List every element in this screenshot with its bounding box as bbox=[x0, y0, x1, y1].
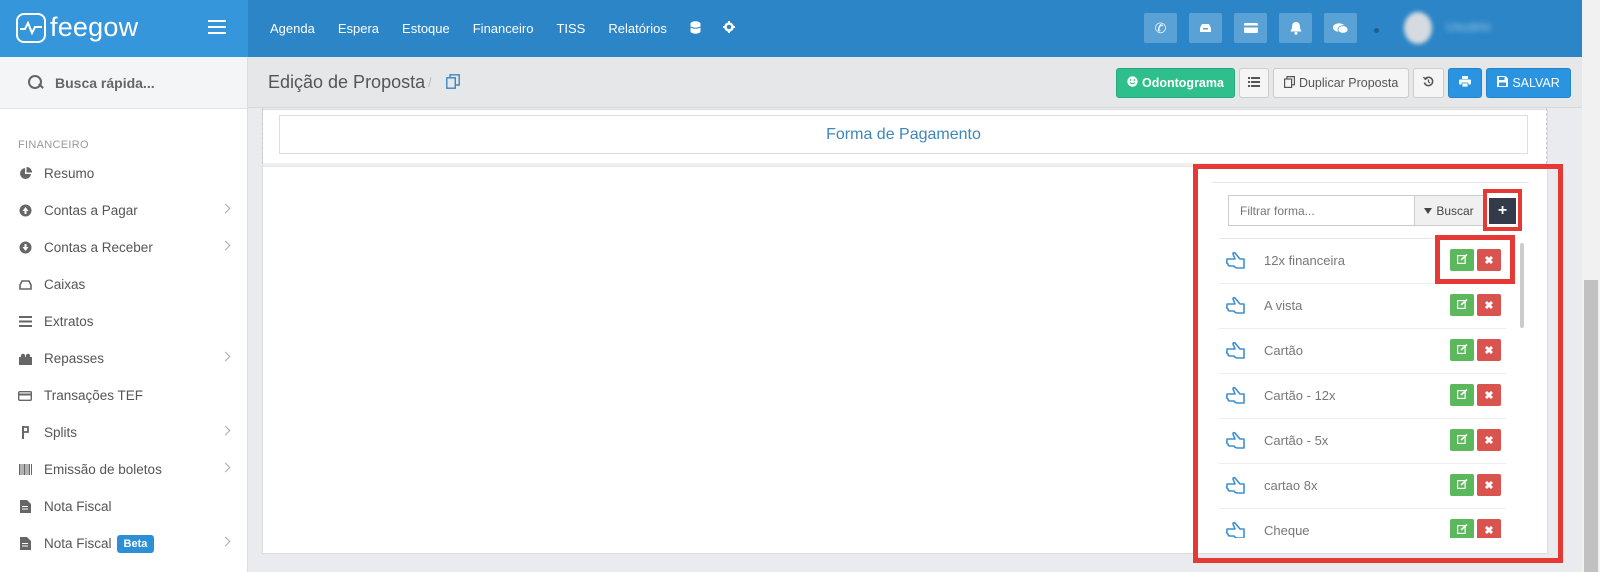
sidebar-item-label: Nota Fiscal bbox=[44, 499, 112, 514]
print-icon bbox=[1459, 76, 1472, 90]
header-actions: Odontograma Duplicar Proposta SALVAR bbox=[1116, 68, 1575, 98]
quick-search-text: Busca rápida... bbox=[55, 74, 155, 91]
avatar[interactable] bbox=[1404, 12, 1432, 44]
odontograma-button-label: Odontograma bbox=[1142, 76, 1224, 90]
sidebar-item-label: Resumo bbox=[44, 166, 95, 181]
list-view-button[interactable] bbox=[1238, 68, 1269, 98]
sidebar-item-label: Nota Fiscal bbox=[44, 536, 112, 551]
quick-search[interactable]: Busca rápida... bbox=[0, 57, 247, 109]
main-nav: Agenda Espera Estoque Financeiro TISS Re… bbox=[270, 0, 757, 57]
nav-agenda[interactable]: Agenda bbox=[270, 21, 315, 36]
arrow-up-circle-icon bbox=[18, 204, 32, 218]
duplicate-proposal-label: Duplicar Proposta bbox=[1298, 76, 1399, 90]
barcode-icon bbox=[18, 463, 32, 477]
beta-badge: Beta bbox=[116, 534, 155, 553]
nav-relatorios[interactable]: Relatórios bbox=[608, 21, 667, 36]
nav-estoque[interactable]: Estoque bbox=[402, 21, 450, 36]
chat-icon[interactable] bbox=[1324, 13, 1357, 43]
save-button-label: SALVAR bbox=[1512, 76, 1560, 90]
list-icon bbox=[18, 315, 32, 329]
sidebar-item-label: Extratos bbox=[44, 314, 94, 329]
puzzle-icon bbox=[18, 352, 32, 366]
history-button[interactable] bbox=[1413, 68, 1445, 98]
list-icon bbox=[1247, 76, 1260, 90]
search-icon bbox=[28, 75, 43, 90]
nav-financeiro[interactable]: Financeiro bbox=[473, 21, 534, 36]
sidebar-item-label: Repasses bbox=[44, 351, 105, 366]
sidebar-item-splits[interactable]: Splits bbox=[0, 414, 247, 451]
inbox-icon bbox=[18, 278, 32, 292]
sidebar-item-nota-fiscal-beta[interactable]: Nota Fiscal Beta bbox=[0, 525, 247, 562]
duplicate-proposal-button[interactable]: Duplicar Proposta bbox=[1272, 68, 1410, 98]
sidebar-item-label: Transações TEF bbox=[44, 388, 144, 403]
sidebar-item-label: Splits bbox=[44, 425, 78, 440]
page-title: Edição de Proposta bbox=[268, 72, 426, 92]
sidebar-menu: Resumo Contas a Pagar Contas a Receber C… bbox=[0, 155, 247, 562]
document-icon bbox=[18, 500, 32, 514]
arrow-down-circle-icon bbox=[18, 241, 32, 255]
sidebar-item-contas-pagar[interactable]: Contas a Pagar bbox=[0, 192, 247, 229]
split-icon bbox=[18, 426, 32, 440]
dashed-border-right bbox=[1546, 108, 1547, 164]
logo-icon bbox=[16, 12, 46, 43]
top-navbar: feegow Agenda Espera Estoque Financeiro … bbox=[0, 0, 1582, 57]
gear-icon[interactable] bbox=[722, 21, 735, 36]
sidebar-item-label: Contas a Receber bbox=[44, 240, 153, 255]
sidebar-section-label: FINANCEIRO bbox=[18, 139, 89, 151]
save-icon bbox=[1497, 76, 1509, 90]
chevron-right-icon bbox=[220, 425, 231, 436]
sidebar-item-extratos[interactable]: Extratos bbox=[0, 303, 247, 340]
chevron-right-icon bbox=[220, 536, 231, 547]
sidebar-item-label: Emissão de boletos bbox=[44, 462, 162, 477]
brand-name: feegow bbox=[50, 12, 139, 42]
copy-icon bbox=[1283, 75, 1295, 91]
copy-icon[interactable] bbox=[446, 74, 460, 89]
nav-espera[interactable]: Espera bbox=[338, 21, 379, 36]
sidebar-item-label: Contas a Pagar bbox=[44, 203, 138, 218]
page-header: Edição de Proposta / Odontograma Duplica… bbox=[248, 57, 1582, 108]
chevron-right-icon bbox=[220, 203, 231, 214]
sidebar-item-repasses[interactable]: Repasses bbox=[0, 340, 247, 377]
user-name[interactable]: Usuário bbox=[1446, 19, 1491, 34]
sidebar-item-transacoes-tef[interactable]: Transações TEF bbox=[0, 377, 247, 414]
inbox-icon[interactable] bbox=[1189, 13, 1222, 43]
credit-card-icon bbox=[18, 389, 32, 403]
sidebar-item-caixas[interactable]: Caixas bbox=[0, 266, 247, 303]
status-dot bbox=[1374, 28, 1379, 33]
page-scrollbar-thumb[interactable] bbox=[1584, 280, 1598, 572]
section-title-text: Forma de Pagamento bbox=[826, 125, 981, 143]
payment-section-title[interactable]: Forma de Pagamento bbox=[279, 115, 1528, 154]
odontograma-button[interactable]: Odontograma bbox=[1116, 68, 1235, 98]
phone-icon[interactable]: ✆ bbox=[1144, 13, 1177, 43]
document-icon bbox=[18, 537, 32, 551]
sidebar-item-contas-receber[interactable]: Contas a Receber bbox=[0, 229, 247, 266]
annotation-highlight-add bbox=[1483, 189, 1522, 231]
chevron-right-icon bbox=[220, 240, 231, 251]
print-button[interactable] bbox=[1448, 68, 1483, 98]
logo[interactable]: feegow bbox=[16, 12, 138, 43]
annotation-highlight-actions bbox=[1435, 235, 1515, 284]
hamburger-icon[interactable] bbox=[208, 20, 226, 34]
chevron-right-icon bbox=[220, 351, 231, 362]
database-icon[interactable] bbox=[690, 20, 701, 37]
save-button[interactable]: SALVAR bbox=[1486, 68, 1571, 98]
sidebar: Busca rápida... FINANCEIRO Resumo Contas… bbox=[0, 57, 248, 572]
nav-tiss[interactable]: TISS bbox=[556, 21, 585, 36]
page-scrollbar[interactable] bbox=[1582, 0, 1600, 572]
dashed-border-left bbox=[262, 108, 263, 164]
card-icon[interactable] bbox=[1234, 13, 1267, 43]
pie-chart-icon bbox=[18, 167, 32, 181]
sidebar-item-resumo[interactable]: Resumo bbox=[0, 155, 247, 192]
top-icon-buttons: ✆ bbox=[1144, 13, 1369, 43]
breadcrumb-separator: / bbox=[428, 75, 432, 90]
sidebar-item-nota-fiscal[interactable]: Nota Fiscal bbox=[0, 488, 247, 525]
chevron-right-icon bbox=[220, 462, 231, 473]
sidebar-item-label: Caixas bbox=[44, 277, 86, 292]
smile-icon bbox=[1127, 76, 1138, 90]
sidebar-item-emissao-boletos[interactable]: Emissão de boletos bbox=[0, 451, 247, 488]
brand-area: feegow bbox=[0, 0, 248, 57]
history-icon bbox=[1423, 76, 1434, 90]
bell-icon[interactable] bbox=[1279, 13, 1312, 43]
